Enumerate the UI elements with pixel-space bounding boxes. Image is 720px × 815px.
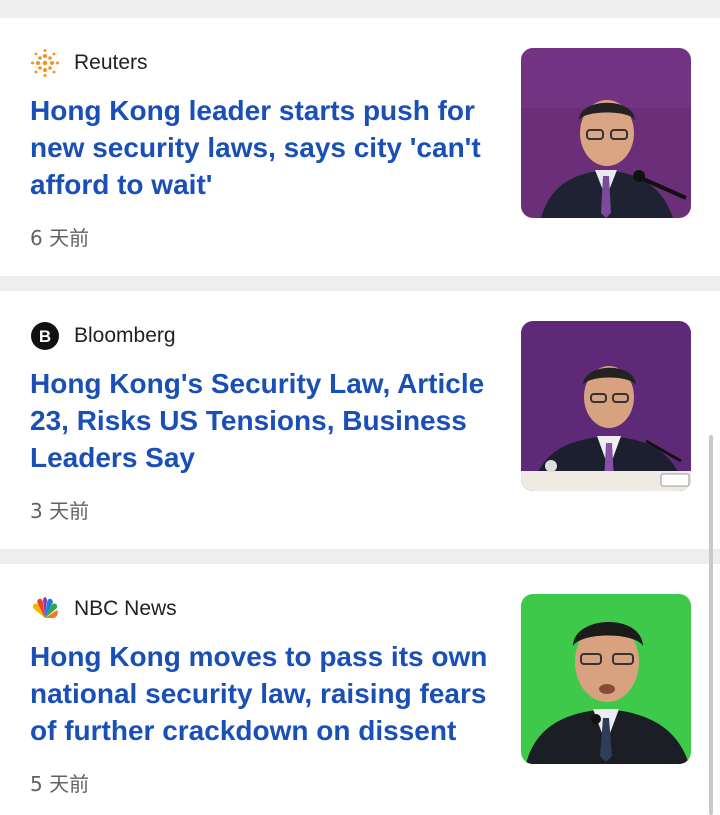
headline-link[interactable]: Hong Kong moves to pass its own national… <box>30 638 500 749</box>
source-name: Reuters <box>74 51 148 74</box>
news-card[interactable]: NBC News Hong Kong moves to pass its own… <box>0 564 720 815</box>
scrollbar[interactable] <box>709 435 713 815</box>
reuters-logo-icon <box>30 48 60 78</box>
news-card[interactable]: B Bloomberg Hong Kong's Security Law, Ar… <box>0 291 720 549</box>
source-row: Reuters <box>30 48 148 78</box>
bloomberg-logo-icon: B <box>30 321 60 351</box>
published-age: 6 天前 <box>30 226 90 250</box>
article-thumbnail[interactable] <box>521 48 691 218</box>
nbc-peacock-logo-icon <box>30 594 60 624</box>
published-age: 5 天前 <box>30 772 90 796</box>
article-thumbnail[interactable] <box>521 321 691 491</box>
headline-link[interactable]: Hong Kong leader starts push for new sec… <box>30 92 500 203</box>
source-name: Bloomberg <box>74 324 176 347</box>
source-name: NBC News <box>74 597 177 620</box>
source-row: B Bloomberg <box>30 321 176 351</box>
news-card[interactable]: Reuters Hong Kong leader starts push for… <box>0 18 720 276</box>
source-row: NBC News <box>30 594 177 624</box>
svg-text:B: B <box>39 327 51 346</box>
published-age: 3 天前 <box>30 499 90 523</box>
article-thumbnail[interactable] <box>521 594 691 764</box>
headline-link[interactable]: Hong Kong's Security Law, Article 23, Ri… <box>30 365 500 476</box>
